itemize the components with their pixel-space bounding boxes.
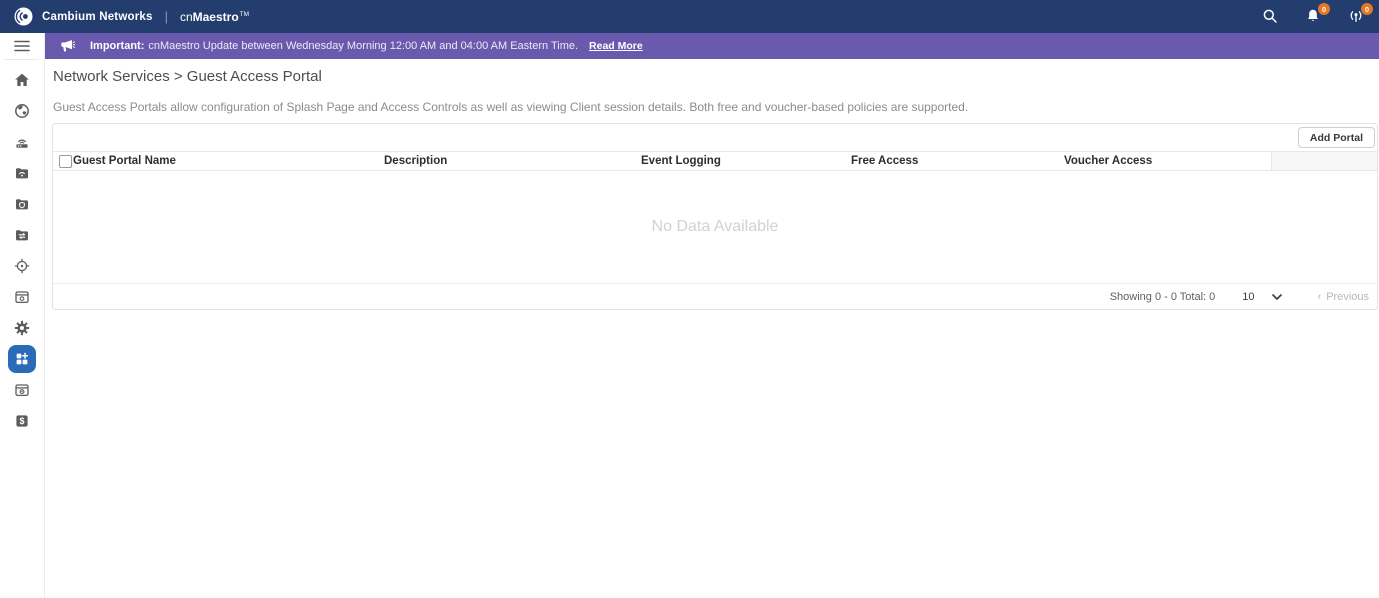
brand-separator: | (164, 9, 168, 24)
breadcrumb: Network Services > Guest Access Portal (53, 68, 322, 85)
read-more-link[interactable]: Read More (589, 40, 643, 52)
select-all-checkbox[interactable] (59, 154, 72, 168)
gear-icon (14, 320, 30, 335)
search-icon[interactable] (1262, 8, 1279, 25)
product-name: cnMaestroTM (179, 9, 250, 24)
services-apps-icon (16, 352, 29, 364)
brand-name: Cambium Networks (42, 10, 153, 23)
banner-label: Important: (90, 40, 145, 52)
announcement-banner: Important: cnMaestro Update between Wedn… (45, 33, 1379, 59)
active-item-highlight (8, 344, 36, 373)
svg-text:$: $ (19, 416, 24, 426)
sidebar-item-reports[interactable] (0, 281, 45, 312)
banner-message: cnMaestro Update between Wednesday Morni… (148, 40, 579, 52)
add-portal-button[interactable]: Add Portal (1297, 127, 1375, 148)
folder-wifi-icon (16, 167, 28, 178)
column-header-event-logging: Event Logging (641, 155, 721, 167)
table-header-row: Guest Portal Name Description Event Logg… (53, 151, 1377, 171)
sidebar-item-security-groups[interactable] (0, 188, 45, 219)
sidebar-item-wifi-groups[interactable] (0, 157, 45, 188)
sidebar-item-home[interactable] (0, 64, 45, 95)
top-bar: Cambium Networks | cnMaestroTM 0 0 (0, 0, 1379, 33)
guest-portal-table-card: Add Portal Guest Portal Name Description… (52, 123, 1378, 310)
window-admin-icon (15, 383, 29, 396)
table-toolbar: Add Portal (53, 124, 1377, 151)
page-size-dropdown[interactable]: 10 (1242, 290, 1282, 303)
chevron-down-icon (1271, 293, 1282, 300)
column-header-free-access: Free Access (851, 155, 919, 167)
folder-shield-icon (16, 198, 28, 209)
crosshair-icon (14, 258, 30, 273)
sidebar-item-switch-groups[interactable] (0, 219, 45, 250)
window-report-icon (15, 290, 29, 303)
megaphone-icon (61, 40, 75, 52)
select-all-cell (53, 152, 73, 170)
sidebar-item-subscription[interactable]: $ (0, 405, 45, 436)
previous-arrow: ‹ (1317, 290, 1322, 303)
hamburger-menu-icon[interactable] (0, 33, 44, 59)
previous-label: Previous (1326, 290, 1369, 303)
notifications-bell-icon[interactable]: 0 (1305, 3, 1330, 25)
sidebar-item-administration[interactable] (0, 374, 45, 405)
subscription-dollar-icon: $ (16, 414, 28, 427)
folder-switch-icon (16, 229, 28, 240)
trademark: TM (239, 10, 250, 18)
sidebar: $ (0, 33, 45, 598)
previous-page-button[interactable]: ‹ Previous (1318, 291, 1369, 303)
page-size-value: 10 (1242, 290, 1255, 303)
access-point-icon (16, 139, 28, 148)
column-header-voucher-access: Voucher Access (1064, 155, 1153, 167)
globe-icon (15, 103, 29, 118)
column-header-actions (1271, 152, 1377, 170)
sidebar-item-settings[interactable] (0, 312, 45, 343)
main-content: Network Services > Guest Access Portal G… (45, 59, 1379, 310)
sidebar-item-monitor[interactable] (0, 95, 45, 126)
column-header-description: Description (384, 155, 448, 167)
sidebar-item-onboard[interactable] (0, 250, 45, 281)
cambium-logo-icon (14, 7, 33, 26)
sidebar-item-devices[interactable] (0, 126, 45, 157)
announcements-badge: 0 (1361, 3, 1373, 15)
column-header-guest-portal-name: Guest Portal Name (73, 155, 176, 167)
sidebar-item-network-services-active[interactable] (0, 343, 45, 374)
empty-table-message: No Data Available (651, 218, 779, 235)
pagination-summary: Showing 0 - 0 Total: 0 (1109, 290, 1216, 303)
home-icon (15, 73, 29, 86)
notifications-badge: 0 (1318, 3, 1330, 15)
pagination-bar: Showing 0 - 0 Total: 0 10 ‹ Previous (53, 283, 1377, 309)
page-description: Guest Access Portals allow configuration… (53, 100, 969, 114)
announcements-tower-icon[interactable]: 0 (1348, 3, 1373, 25)
